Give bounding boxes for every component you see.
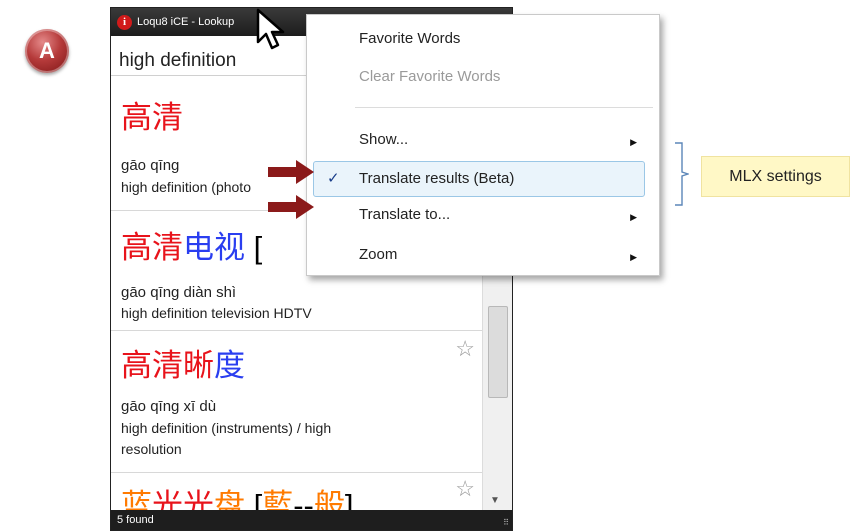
mouse-cursor-icon [256, 8, 285, 50]
menu-separator [355, 107, 653, 108]
definition: high definition television HDTV [121, 305, 312, 321]
step-badge: A [25, 29, 69, 73]
pinyin: gāo qīng xī dù [121, 398, 217, 415]
context-menu: Favorite Words Clear Favorite Words Show… [306, 14, 660, 276]
triangle-right-icon: ▶ [630, 252, 637, 262]
headword-part: [ [245, 230, 263, 265]
status-bar: 5 found ⠿ [111, 510, 512, 530]
result-count: 5 found [117, 514, 154, 526]
definition: high definition (instruments) / high res… [121, 418, 331, 460]
headword-part: -- [293, 488, 314, 510]
headword: 高清电视 [ [121, 222, 262, 267]
headword-part: ] [344, 488, 354, 510]
scrollbar-thumb[interactable] [488, 306, 508, 398]
star-outline-icon[interactable]: ☆ [455, 476, 475, 502]
headword: 蓝光光盘 [藍--般] [121, 480, 354, 510]
resize-grip-icon[interactable]: ⠿ [503, 518, 509, 527]
headword-part: 度 [214, 348, 245, 383]
headword-part: 高清 [121, 230, 183, 265]
star-outline-icon[interactable]: ☆ [455, 336, 475, 362]
pinyin: gāo qīng diàn shì [121, 284, 237, 301]
pinyin: gāo qīng [121, 157, 180, 174]
definition-line: high definition (instruments) / high [121, 420, 332, 436]
headword-part: 光光 [152, 488, 214, 510]
menu-item-translate-results[interactable]: Translate results (Beta) [359, 170, 514, 187]
headword: 高清 [121, 92, 183, 137]
bracket-icon [675, 142, 689, 206]
menu-item-translate-to[interactable]: Translate to... [359, 206, 450, 223]
annotation-arrow-icon [268, 195, 314, 219]
menu-item-favorite-words[interactable]: Favorite Words [359, 30, 460, 47]
headword-part: 盘 [214, 488, 245, 510]
menu-item-clear-favorite-words[interactable]: Clear Favorite Words [359, 68, 500, 85]
headword: 高清晰度 [121, 340, 245, 385]
headword-part: [ [245, 488, 263, 510]
list-item[interactable]: 高清晰度 ☆ gāo qīng xī dù high definition (i… [111, 330, 483, 473]
triangle-right-icon: ▶ [630, 137, 637, 147]
checkmark-icon: ✓ [327, 170, 340, 187]
triangle-right-icon: ▶ [630, 212, 637, 222]
menu-item-show[interactable]: Show... [359, 131, 408, 148]
headword-part: 高清晰 [121, 348, 214, 383]
definition-line: resolution [121, 441, 182, 457]
window-title: Loqu8 iCE - Lookup [137, 16, 235, 28]
app-icon[interactable]: i [117, 14, 132, 30]
definition: high definition (photo [121, 179, 251, 195]
headword-part: 电视 [183, 230, 245, 265]
list-item[interactable]: 蓝光光盘 [藍--般] ☆ [111, 472, 483, 510]
headword-part: 高清 [121, 100, 183, 135]
annotation-arrow-icon [268, 160, 314, 184]
callout-label: MLX settings [701, 156, 850, 197]
headword-part: 蓝 [121, 488, 152, 510]
scroll-down-icon[interactable]: ▼ [490, 495, 500, 506]
badge-label: A [39, 38, 55, 63]
headword-part: 藍 [262, 488, 294, 510]
headword-part: 般 [313, 488, 345, 510]
menu-item-zoom[interactable]: Zoom [359, 246, 397, 263]
